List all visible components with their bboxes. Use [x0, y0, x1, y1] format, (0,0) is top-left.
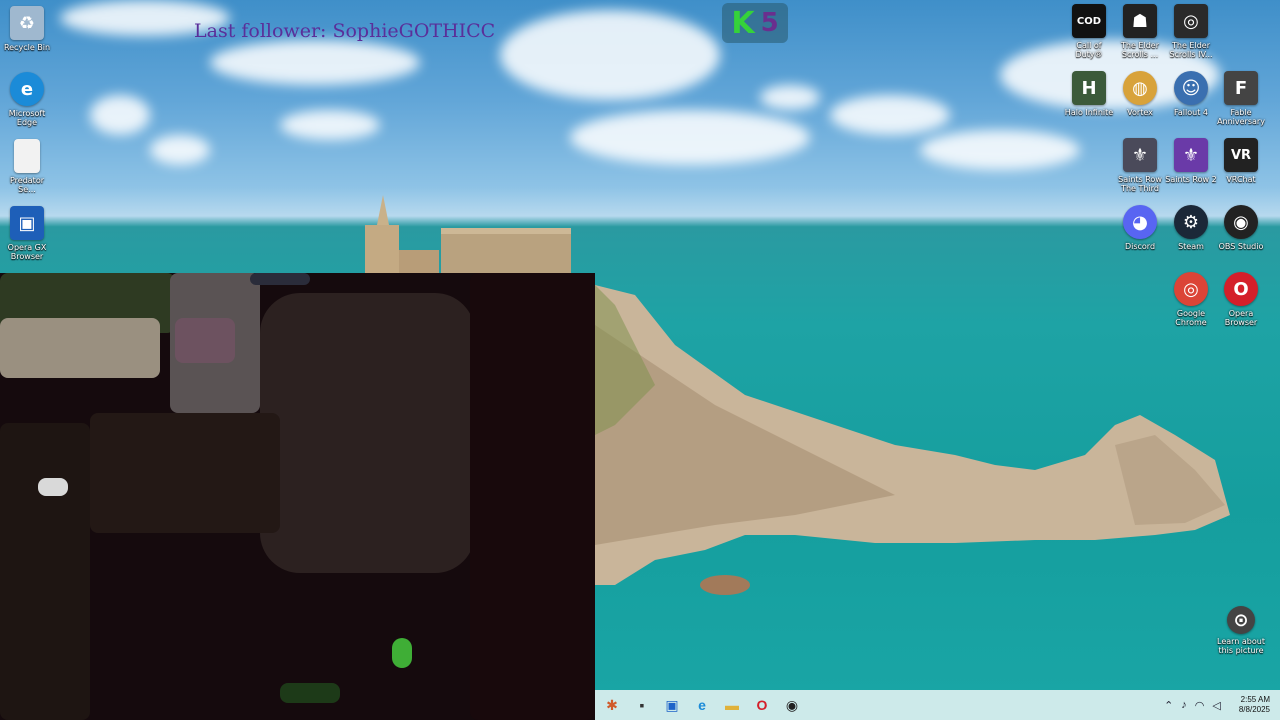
desktop-icon-label: Recycle Bin: [3, 43, 51, 52]
chrome-icon: ◎: [1174, 272, 1208, 306]
halo-infinite-icon: H: [1072, 71, 1106, 105]
call-of-duty-icon: COD: [1072, 4, 1106, 38]
desktop-icon-label: Predator Se...: [9, 176, 45, 194]
fable-icon: F: [1224, 71, 1258, 105]
logo-k: K: [731, 5, 755, 41]
desktop-icon-label: Opera GX Browser: [7, 243, 47, 261]
wifi-icon[interactable]: ◠: [1195, 699, 1205, 712]
desktop-icon-label: Discord: [1124, 242, 1156, 251]
desktop-icon-recycle-bin[interactable]: ♻ Recycle Bin: [0, 6, 54, 52]
desktop-icon-label: Saints Row 2: [1165, 175, 1217, 184]
recycle-bin-icon: ♻: [10, 6, 44, 40]
app-window-icon[interactable]: ▣: [659, 692, 685, 718]
clock-time: 2:55 AM: [1240, 695, 1270, 704]
desktop-icon-fable[interactable]: F Fable Anniversary: [1214, 71, 1268, 126]
task-view-icon[interactable]: ▪: [629, 692, 655, 718]
clock[interactable]: 2:55 AM 8/8/2025: [1239, 695, 1270, 715]
desktop-icon-opera-browser[interactable]: O Opera Browser: [1214, 272, 1268, 327]
desktop-icon-label: OBS Studio: [1218, 242, 1264, 251]
file-icon: [14, 139, 40, 173]
taskbar: ✱ ▪ ▣ e ▬ O ◉ ⌃ ♪ ◠ ◁ 2:55 AM 8/8/2025: [595, 690, 1280, 720]
volume-icon[interactable]: ◁: [1212, 699, 1220, 712]
desktop-icon-label: Opera Browser: [1224, 309, 1258, 327]
obs-icon: ◉: [1224, 205, 1258, 239]
camera-icon: ⊙: [1227, 606, 1255, 634]
chevron-up-icon[interactable]: ⌃: [1164, 699, 1173, 712]
steam-icon: ⚙: [1174, 205, 1208, 239]
desktop-icon-predator-sense[interactable]: Predator Se...: [0, 139, 54, 194]
edge-taskbar-icon[interactable]: e: [689, 692, 715, 718]
desktop-icon-steam[interactable]: ⚙ Steam: [1164, 205, 1218, 251]
desktop-icon-label: VRChat: [1226, 175, 1256, 184]
desktop-icon-learn-about-picture[interactable]: ⊙ Learn about this picture: [1214, 606, 1268, 655]
logo-5: 5: [760, 8, 779, 38]
desktop-icon-label: The Elder Scrolls ...: [1121, 41, 1159, 59]
clock-date: 8/8/2025: [1238, 705, 1270, 714]
desktop-icon-label: Microsoft Edge: [8, 109, 46, 127]
desktop-icon-label: Halo Infinite: [1064, 108, 1114, 117]
discord-icon: ◕: [1123, 205, 1157, 239]
desktop-icon-saints-row-2[interactable]: ⚜ Saints Row 2: [1164, 138, 1218, 184]
desktop-icon-saints-row-third[interactable]: ⚜ Saints Row The Third: [1113, 138, 1167, 193]
desktop-icon-microsoft-edge[interactable]: e Microsoft Edge: [0, 72, 54, 127]
desktop-icon-opera-gx[interactable]: ▣ Opera GX Browser: [0, 206, 54, 261]
desktop-icon-label: Learn about this picture: [1217, 637, 1265, 655]
desktop-icon-label: Call of Duty®: [1075, 41, 1103, 59]
copilot-icon[interactable]: ✱: [599, 692, 625, 718]
desktop-icon-obs-studio[interactable]: ◉ OBS Studio: [1214, 205, 1268, 251]
microphone-icon[interactable]: ♪: [1181, 699, 1187, 711]
desktop-icon-label: Vortex: [1127, 108, 1153, 117]
desktop-icon-google-chrome[interactable]: ◎ Google Chrome: [1164, 272, 1218, 327]
webcam-feed: [0, 273, 595, 720]
obs-taskbar-icon[interactable]: ◉: [779, 692, 805, 718]
desktop-icon-vrchat[interactable]: VR VRChat: [1214, 138, 1268, 184]
opera-taskbar-icon[interactable]: O: [749, 692, 775, 718]
elder-scrolls-icon: ☗: [1123, 4, 1157, 38]
file-explorer-icon[interactable]: ▬: [719, 692, 745, 718]
castle-silhouette: [365, 195, 571, 275]
desktop-icon-label: Fable Anniversary: [1217, 108, 1265, 126]
fallout-4-icon: ☺: [1174, 71, 1208, 105]
last-follower-text: Last follower: SophieGOTHICC: [194, 20, 496, 42]
saints-row-2-icon: ⚜: [1174, 138, 1208, 172]
system-tray: ⌃ ♪ ◠ ◁ 2:55 AM 8/8/2025: [1164, 690, 1270, 720]
desktop-icon-call-of-duty[interactable]: COD Call of Duty®: [1062, 4, 1116, 59]
desktop-icon-halo-infinite[interactable]: H Halo Infinite: [1062, 71, 1116, 117]
vortex-icon: ◍: [1123, 71, 1157, 105]
opera-icon: O: [1224, 272, 1258, 306]
desktop-icon-label: Steam: [1178, 242, 1204, 251]
desktop-icon-discord[interactable]: ◕ Discord: [1113, 205, 1167, 251]
desktop-icon-elder-scrolls[interactable]: ☗ The Elder Scrolls ...: [1113, 4, 1167, 59]
cliff-rocks: [595, 285, 1230, 595]
k5-logo-badge: K 5: [722, 3, 788, 43]
desktop-icon-label: The Elder Scrolls IV...: [1169, 41, 1213, 59]
desktop-icon-label: Saints Row The Third: [1118, 175, 1162, 193]
opera-gx-icon: ▣: [10, 206, 44, 240]
desktop-icon-vortex[interactable]: ◍ Vortex: [1113, 71, 1167, 117]
saints-row-third-icon: ⚜: [1123, 138, 1157, 172]
edge-icon: e: [10, 72, 44, 106]
desktop-icon-oblivion[interactable]: ◎ The Elder Scrolls IV...: [1164, 4, 1218, 59]
vrchat-icon: VR: [1224, 138, 1258, 172]
desktop-icon-label: Fallout 4: [1174, 108, 1208, 117]
desktop-icon-fallout-4[interactable]: ☺ Fallout 4: [1164, 71, 1218, 117]
oblivion-icon: ◎: [1174, 4, 1208, 38]
desktop-icon-label: Google Chrome: [1175, 309, 1207, 327]
